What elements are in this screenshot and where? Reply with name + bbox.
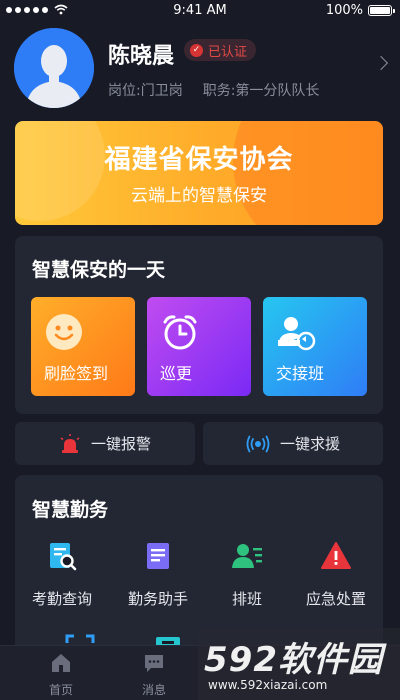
tile-label: 交接班: [276, 364, 325, 383]
promo-banner[interactable]: 福建省保安协会 云端上的智慧保安: [15, 121, 383, 225]
duty-label: 应急处置: [305, 590, 366, 608]
daily-section: 智慧保安的一天 刷脸签到 巡更 交接班: [15, 236, 383, 414]
message-icon: [145, 655, 163, 672]
section-title: 智慧勤务: [32, 499, 109, 521]
profile-header[interactable]: 陈晓晨 ✓ 已认证 岗位:门卫岗 职务:第一分队队长: [0, 22, 400, 112]
smiley-face-icon: [46, 314, 82, 350]
tab-messages[interactable]: 消息: [124, 652, 184, 698]
status-bar: 9:41 AM 100%: [0, 0, 400, 22]
broadcast-icon: [246, 435, 270, 452]
alarm-clock-icon: [163, 315, 197, 350]
emergency-item[interactable]: 应急处置: [291, 540, 381, 609]
tile-label: 巡更: [160, 364, 193, 383]
face-checkin-tile[interactable]: 刷脸签到: [31, 297, 135, 396]
tab-label: 消息: [141, 683, 166, 697]
verified-label: 已认证: [208, 44, 248, 60]
section-title: 智慧保安的一天: [32, 259, 166, 281]
battery-percent: 100%: [325, 3, 363, 18]
duty-label: 排班: [231, 590, 262, 608]
duty-assistant-item[interactable]: 勤务助手: [113, 540, 203, 609]
one-key-alarm-button[interactable]: 一键报警: [15, 422, 195, 465]
duty-label: 勤务助手: [127, 590, 188, 608]
tab-home[interactable]: 首页: [31, 652, 91, 698]
user-silhouette-icon: [14, 28, 94, 108]
watermark-url: www.592xiazai.com: [208, 678, 328, 692]
verified-icon: ✓: [190, 43, 203, 57]
button-label: 一键求援: [279, 435, 340, 453]
one-key-help-button[interactable]: 一键求援: [203, 422, 383, 465]
verified-badge: ✓ 已认证: [184, 39, 257, 61]
handover-tile[interactable]: 交接班: [263, 297, 367, 396]
warning-triangle-icon: [321, 542, 351, 569]
user-exchange-icon: [278, 317, 316, 351]
user-list-icon: [232, 544, 262, 568]
document-search-icon: [50, 543, 77, 571]
role-label: 职务:第一分队队长: [202, 83, 320, 99]
banner-title: 福建省保安协会: [104, 145, 294, 175]
home-icon: [52, 654, 70, 672]
watermark-title: 592软件园: [204, 640, 383, 680]
user-name: 陈晓晨: [108, 44, 175, 69]
banner-subtitle: 云端上的智慧保安: [131, 186, 267, 206]
site-watermark: 592软件园 www.592xiazai.com: [198, 628, 400, 700]
duty-label: 考勤查询: [31, 590, 92, 608]
siren-icon: [60, 433, 80, 453]
battery-area: 100%: [325, 3, 395, 18]
user-meta: 岗位:门卫岗 职务:第一分队队长: [108, 80, 319, 100]
battery-icon: [368, 5, 395, 16]
checklist-icon: [147, 543, 169, 569]
post-label: 岗位:门卫岗: [108, 83, 183, 99]
tab-label: 首页: [48, 683, 73, 697]
avatar[interactable]: [14, 28, 94, 108]
attendance-query-item[interactable]: 考勤查询: [17, 540, 107, 609]
chevron-right-icon[interactable]: [373, 55, 389, 71]
button-label: 一键报警: [90, 435, 151, 453]
schedule-item[interactable]: 排班: [202, 540, 292, 609]
patrol-tile[interactable]: 巡更: [147, 297, 251, 396]
tile-label: 刷脸签到: [44, 364, 109, 383]
